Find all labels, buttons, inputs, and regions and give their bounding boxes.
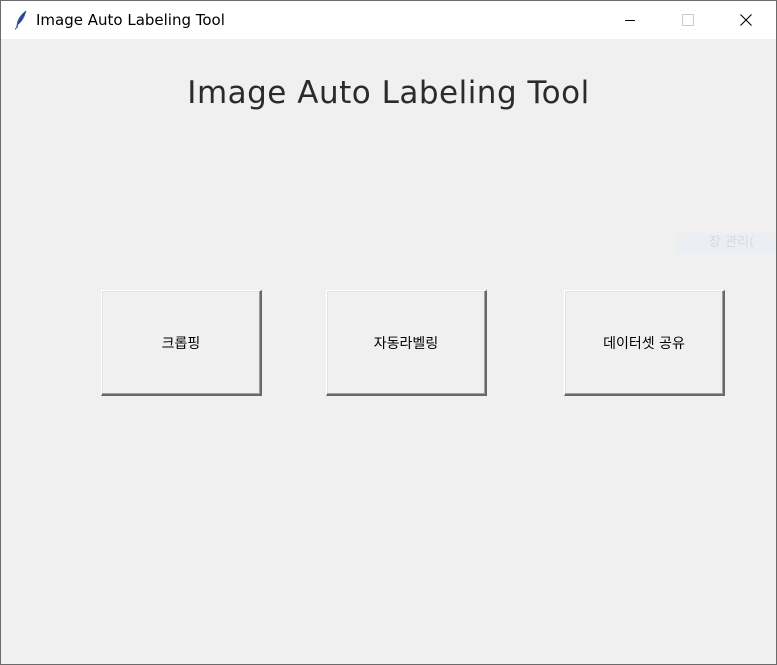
auto-label-button[interactable]: 자동라벨링 bbox=[326, 290, 487, 396]
app-window: Image Auto Labeling Tool Image Auto Labe… bbox=[0, 0, 777, 665]
feather-icon bbox=[13, 10, 29, 30]
faded-tooltip-text: 장 관리( bbox=[677, 233, 776, 253]
minimize-button[interactable] bbox=[601, 1, 659, 39]
crop-button[interactable]: 크롭핑 bbox=[101, 290, 262, 396]
window-title: Image Auto Labeling Tool bbox=[36, 11, 225, 29]
maximize-icon bbox=[682, 14, 694, 26]
maximize-button[interactable] bbox=[659, 1, 717, 39]
share-dataset-button[interactable]: 데이터셋 공유 bbox=[564, 290, 725, 396]
minimize-icon bbox=[624, 14, 636, 26]
close-icon bbox=[740, 14, 752, 26]
close-button[interactable] bbox=[717, 1, 775, 39]
page-title: Image Auto Labeling Tool bbox=[187, 75, 590, 111]
title-bar[interactable]: Image Auto Labeling Tool bbox=[1, 1, 776, 39]
main-panel: Image Auto Labeling Tool 장 관리( 크롭핑 자동라벨링… bbox=[1, 39, 776, 664]
